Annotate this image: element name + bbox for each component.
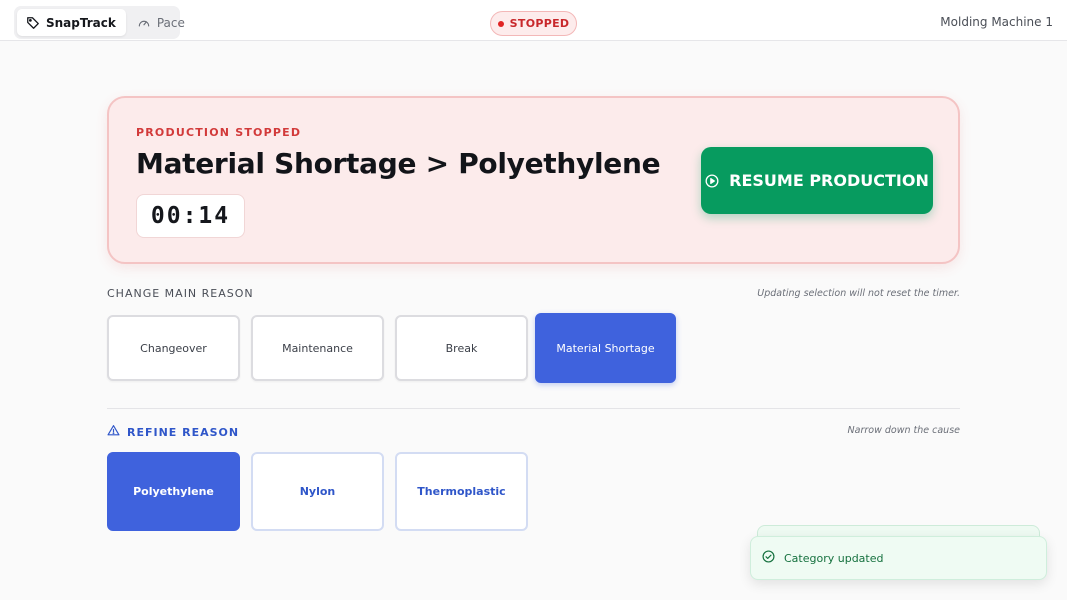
reason-option-changeover[interactable]: Changeover [107,315,240,381]
downtime-timer: 00:14 [136,194,245,238]
reason-option-material-shortage[interactable]: Material Shortage [535,313,676,383]
refine-heading-text: REFINE REASON [127,425,240,439]
reason-option-maintenance[interactable]: Maintenance [251,315,384,381]
section-divider [107,408,960,409]
tab-snaptrack[interactable]: SnapTrack [17,9,126,36]
refine-option-thermoplastic[interactable]: Thermoplastic [395,452,528,531]
machine-name: Molding Machine 1 [940,15,1053,29]
warning-triangle-icon [107,424,120,440]
status-badge: STOPPED [490,11,577,36]
tab-label: Pace [156,15,185,30]
main-reason-heading: CHANGE MAIN REASON [107,287,254,300]
tag-icon [26,16,40,30]
toast-message: Category updated [784,551,884,565]
reason-option-break[interactable]: Break [395,315,528,381]
main-reason-hint: Updating selection will not reset the ti… [757,288,960,299]
refine-reason-heading: REFINE REASON [107,424,239,440]
gauge-icon [137,16,151,30]
stop-reason-title: Material Shortage > Polyethylene [136,147,661,180]
status-dot-icon [497,20,504,27]
app-tabs: SnapTrack Pace [14,6,185,39]
refine-option-polyethylene[interactable]: Polyethylene [107,452,240,531]
tab-pace[interactable]: Pace [128,9,195,36]
resume-production-button[interactable]: RESUME PRODUCTION [701,147,933,214]
status-text: STOPPED [509,17,570,30]
stopped-label: PRODUCTION STOPPED [136,126,302,139]
resume-label: RESUME PRODUCTION [729,171,929,190]
toast-notification: Category updated [750,536,1047,580]
refine-hint: Narrow down the cause [847,425,960,436]
production-stopped-card: PRODUCTION STOPPED Material Shortage > P… [107,96,960,264]
tab-label: SnapTrack [46,15,116,30]
play-circle-icon [705,174,719,188]
top-bar: SnapTrack Pace STOPPED Molding Machine 1 [0,0,1067,41]
check-circle-icon [762,550,775,566]
refine-option-nylon[interactable]: Nylon [251,452,384,531]
